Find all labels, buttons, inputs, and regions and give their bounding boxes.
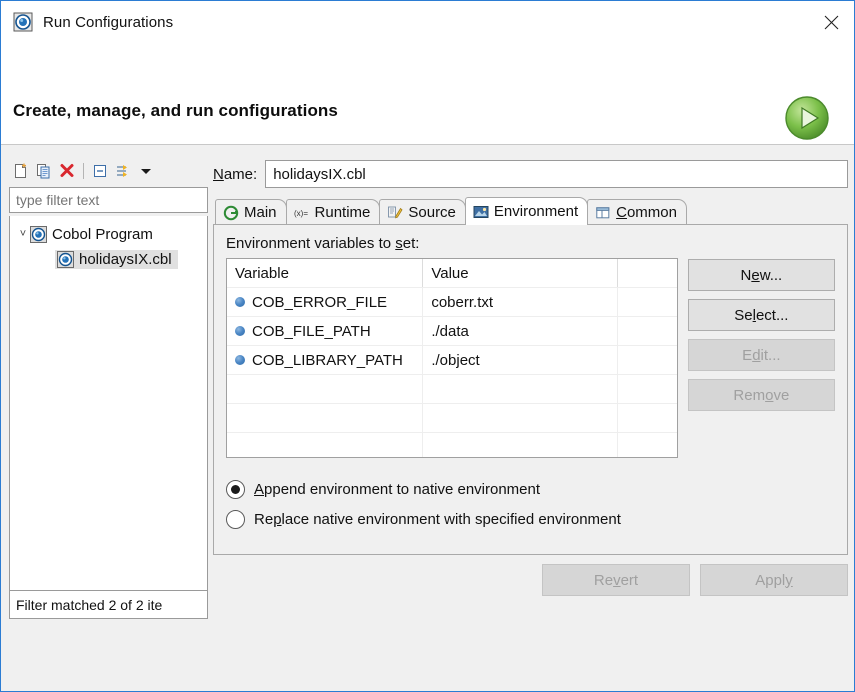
table-row-empty[interactable] [227, 432, 677, 458]
tab-label: Runtime [315, 204, 371, 221]
dialog-body: ˅ Cobol Program [1, 145, 854, 692]
environment-table-area: Variable Value COB_ERROR_FILE coberr.txt [226, 258, 835, 458]
column-header-variable[interactable]: Variable [227, 259, 423, 287]
cell-extra [618, 317, 677, 345]
runtime-variable-icon: (x)= [294, 205, 310, 221]
title-bar: Run Configurations [1, 1, 854, 43]
header-banner: Create, manage, and run configurations [1, 43, 854, 145]
radio-unselected-icon[interactable] [226, 510, 245, 529]
edit-button[interactable]: Edit... [688, 339, 835, 371]
run-configurations-dialog: Run Configurations Create, manage, and r… [0, 0, 855, 692]
table-row[interactable]: COB_ERROR_FILE coberr.txt [227, 287, 677, 316]
table-row-empty[interactable] [227, 403, 677, 432]
tree-item-cobol-program[interactable]: ˅ Cobol Program [10, 222, 207, 247]
environment-mode-radio-group: Append environment to native environment… [226, 474, 835, 534]
run-config-icon [13, 12, 33, 32]
cell-value: ./object [423, 346, 617, 374]
svg-text:(x)=: (x)= [294, 209, 308, 218]
radio-label: Append environment to native environment [254, 481, 540, 498]
tree-item-label: Cobol Program [52, 226, 153, 243]
cell-extra [618, 346, 677, 374]
tab-main[interactable]: Main [215, 199, 287, 225]
toolbar-separator [83, 163, 84, 179]
revert-button[interactable]: Revert [542, 564, 690, 596]
environment-icon [473, 204, 489, 220]
green-run-play-icon [783, 94, 831, 142]
cell-variable: COB_ERROR_FILE [227, 288, 423, 316]
name-label: Name: [213, 166, 257, 183]
filter-status-text: Filter matched 2 of 2 ite [9, 591, 208, 619]
table-header-row: Variable Value [227, 259, 677, 287]
apply-button[interactable]: Apply [700, 564, 848, 596]
tree-item-holidaysix[interactable]: holidaysIX.cbl [10, 247, 207, 272]
column-header-extra[interactable] [618, 259, 677, 287]
cell-value: ./data [423, 317, 617, 345]
tree-item-label: holidaysIX.cbl [79, 251, 172, 268]
remove-button[interactable]: Remove [688, 379, 835, 411]
radio-label: Replace native environment with specifie… [254, 511, 621, 528]
window-title: Run Configurations [43, 14, 173, 31]
filter-input[interactable] [9, 187, 208, 213]
table-row-empty[interactable] [227, 374, 677, 403]
name-row: Name: [213, 159, 848, 189]
configuration-editor-panel: Name: Main (x)= [213, 159, 848, 647]
close-icon[interactable] [808, 1, 854, 43]
cell-variable: COB_LIBRARY_PATH [227, 346, 423, 374]
variable-bullet-icon [235, 297, 245, 307]
tree-toolbar [9, 159, 209, 183]
environment-buttons: New... Select... Edit... Remove [688, 258, 835, 458]
variable-bullet-icon [235, 355, 245, 365]
tab-source[interactable]: Source [379, 199, 466, 225]
radio-selected-icon[interactable] [226, 480, 245, 499]
column-header-value[interactable]: Value [423, 259, 617, 287]
revert-apply-buttons: Revert Apply [213, 564, 848, 596]
table-row[interactable]: COB_LIBRARY_PATH ./object [227, 345, 677, 374]
chevron-down-icon[interactable]: ˅ [16, 229, 30, 240]
variable-bullet-icon [235, 326, 245, 336]
configurations-tree-panel: ˅ Cobol Program [9, 159, 209, 647]
new-configuration-icon[interactable] [11, 161, 31, 181]
collapse-all-icon[interactable] [90, 161, 110, 181]
select-button[interactable]: Select... [688, 299, 835, 331]
environment-tab-panel: Environment variables to set: Variable V… [213, 224, 848, 555]
view-menu-chevron-icon[interactable] [136, 161, 156, 181]
delete-configuration-icon[interactable] [57, 161, 77, 181]
environment-variables-table[interactable]: Variable Value COB_ERROR_FILE coberr.txt [226, 258, 678, 458]
environment-section-label: Environment variables to set: [226, 235, 835, 252]
configurations-tree[interactable]: ˅ Cobol Program [9, 216, 208, 591]
cell-value: coberr.txt [423, 288, 617, 316]
duplicate-configuration-icon[interactable] [34, 161, 54, 181]
common-window-icon [595, 205, 611, 221]
radio-append-environment[interactable]: Append environment to native environment [226, 474, 835, 504]
cobol-program-icon [30, 226, 47, 243]
new-button[interactable]: New... [688, 259, 835, 291]
page-title: Create, manage, and run configurations [13, 101, 338, 121]
tab-environment[interactable]: Environment [465, 197, 588, 225]
tab-label: Environment [494, 203, 578, 220]
tab-label: Common [616, 204, 677, 221]
tab-common[interactable]: Common [587, 199, 687, 225]
cell-extra [618, 288, 677, 316]
main-tab-icon [223, 205, 239, 221]
filter-launch-icon[interactable] [113, 161, 133, 181]
cobol-config-icon [57, 251, 74, 268]
source-pencil-icon [387, 205, 403, 221]
tab-runtime[interactable]: (x)= Runtime [286, 199, 381, 225]
name-input[interactable] [265, 160, 848, 188]
tab-label: Main [244, 204, 277, 221]
tab-label: Source [408, 204, 456, 221]
tab-bar: Main (x)= Runtime [213, 197, 848, 225]
table-row[interactable]: COB_FILE_PATH ./data [227, 316, 677, 345]
radio-replace-environment[interactable]: Replace native environment with specifie… [226, 504, 835, 534]
cell-variable: COB_FILE_PATH [227, 317, 423, 345]
